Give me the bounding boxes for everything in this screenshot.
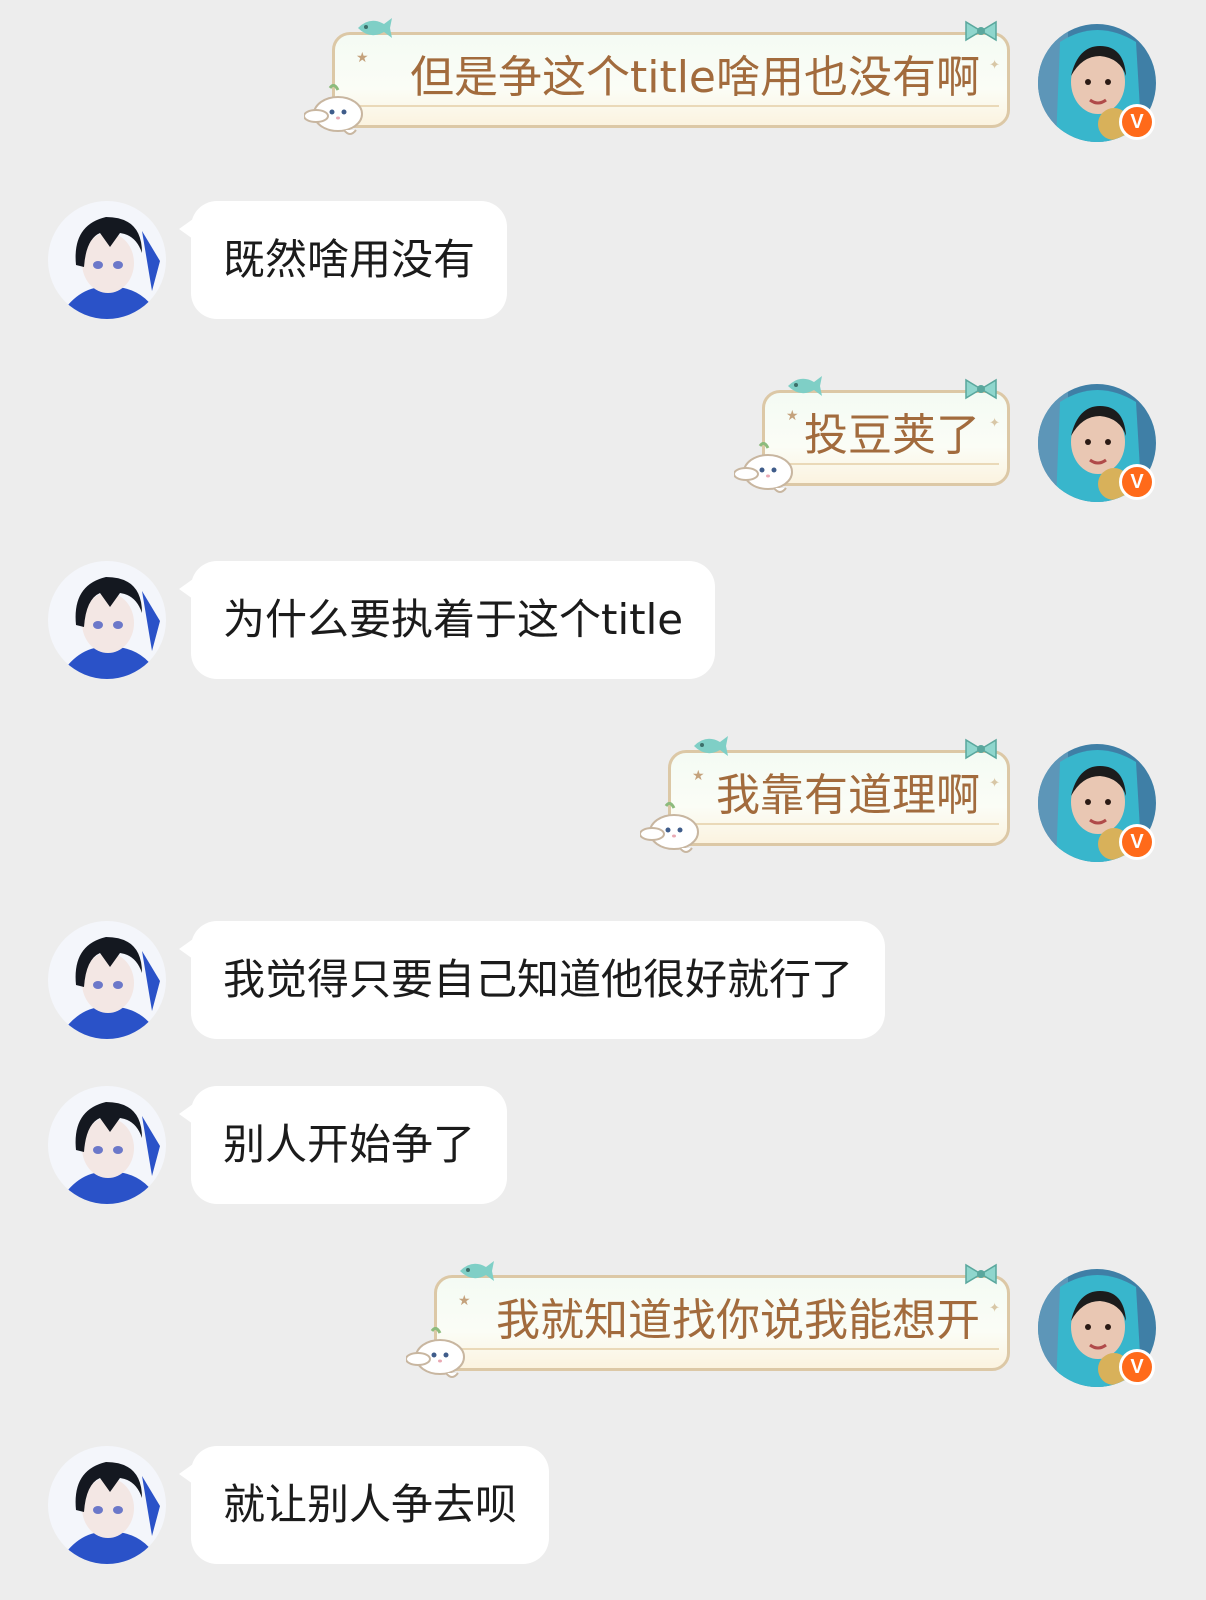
message-text: 投豆荚了	[804, 410, 980, 461]
message-incoming: 既然啥用没有	[0, 195, 1206, 325]
incoming-bubble[interactable]: 别人开始争了	[179, 1086, 508, 1204]
outgoing-bubble[interactable]: ★ ✦ 我就知道找你说我能想开	[406, 1257, 1010, 1379]
message-incoming: 就让别人争去呗	[0, 1440, 1206, 1570]
verified-badge-icon: V	[1119, 464, 1155, 500]
incoming-bubble[interactable]: 为什么要执着于这个title	[179, 561, 716, 679]
chat-window: ★ ✦ 但是争这个title啥用也没有啊 V 既然啥用没有 ★ ✦ 投豆荚了 V…	[0, 0, 1206, 1600]
message-outgoing: ★ ✦ 我靠有道理啊 V	[0, 720, 1206, 870]
message-outgoing: ★ ✦ 但是争这个title啥用也没有啊 V	[0, 0, 1206, 150]
avatar-other[interactable]	[48, 561, 166, 679]
message-outgoing: ★ ✦ 投豆荚了 V	[0, 360, 1206, 510]
avatar-other[interactable]	[48, 1446, 166, 1564]
message-text: 我就知道找你说我能想开	[496, 1295, 980, 1346]
verified-badge-icon: V	[1119, 824, 1155, 860]
bubble-tail	[179, 219, 193, 239]
message-text: 我觉得只要自己知道他很好就行了	[223, 955, 854, 1004]
message-text: 为什么要执着于这个title	[223, 595, 684, 644]
incoming-bubble[interactable]: 就让别人争去呗	[179, 1446, 550, 1564]
incoming-bubble[interactable]: 既然啥用没有	[179, 201, 508, 319]
bubble-tail	[179, 939, 193, 959]
message-text: 既然啥用没有	[223, 235, 476, 284]
message-text: 就让别人争去呗	[223, 1480, 518, 1529]
message-text: 我靠有道理啊	[716, 770, 980, 821]
message-text: 但是争这个title啥用也没有啊	[409, 52, 980, 103]
message-text: 别人开始争了	[223, 1120, 476, 1169]
bubble-tail	[179, 1464, 193, 1484]
star-icon: ✦	[989, 776, 1000, 791]
incoming-bubble[interactable]: 我觉得只要自己知道他很好就行了	[179, 921, 886, 1039]
avatar-other[interactable]	[48, 1086, 166, 1204]
avatar-other[interactable]	[48, 201, 166, 319]
message-incoming: 我觉得只要自己知道他很好就行了	[0, 915, 1206, 1045]
outgoing-bubble[interactable]: ★ ✦ 但是争这个title啥用也没有啊	[304, 14, 1010, 136]
verified-badge-icon: V	[1119, 104, 1155, 140]
verified-badge-icon: V	[1119, 1349, 1155, 1385]
bubble-tail	[179, 579, 193, 599]
star-icon: ✦	[989, 58, 1000, 73]
outgoing-bubble[interactable]: ★ ✦ 我靠有道理啊	[640, 732, 1010, 854]
star-icon: ✦	[989, 1301, 1000, 1316]
avatar-other[interactable]	[48, 921, 166, 1039]
star-icon: ✦	[989, 416, 1000, 431]
outgoing-bubble[interactable]: ★ ✦ 投豆荚了	[734, 372, 1010, 494]
message-incoming: 别人开始争了	[0, 1080, 1206, 1210]
message-incoming: 为什么要执着于这个title	[0, 555, 1206, 685]
bubble-tail	[179, 1104, 193, 1124]
message-outgoing: ★ ✦ 我就知道找你说我能想开 V	[0, 1245, 1206, 1395]
